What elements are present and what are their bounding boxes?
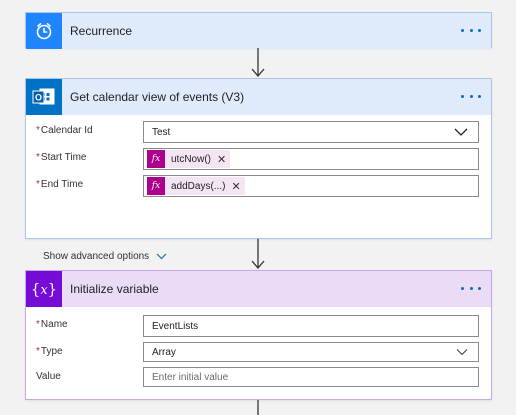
chevron-down-icon [456,349,468,356]
start-time-field[interactable]: fx utcNow() ✕ [143,148,479,170]
end-time-label: *End Time [36,179,84,190]
recurrence-card[interactable]: Recurrence [25,12,492,49]
show-advanced-options-link[interactable]: Show advanced options [43,251,167,262]
value-placeholder: Enter initial value [152,371,229,383]
variable-title: Initialize variable [70,282,159,296]
expression-token[interactable]: fx addDays(...) ✕ [147,177,245,195]
more-options-button[interactable] [461,89,481,103]
calendar-title: Get calendar view of events (V3) [70,90,245,104]
flow-arrow [251,239,265,269]
initialize-variable-card[interactable]: {x} Initialize variable *Name EventLists… [25,270,492,400]
calendar-id-dropdown[interactable]: Test [143,121,479,143]
type-dropdown[interactable]: Array [143,342,479,362]
name-input[interactable]: EventLists [143,315,479,337]
calendar-id-value: Test [152,126,171,138]
recurrence-header[interactable]: Recurrence [26,13,491,49]
variable-header[interactable]: {x} Initialize variable [26,271,491,307]
chevron-down-icon [156,253,167,260]
chevron-down-icon [454,128,468,136]
svg-text:O: O [35,93,42,103]
token-label: addDays(...) [171,180,226,192]
calendar-card[interactable]: O Get calendar view of events (V3) *Cale… [25,78,492,262]
more-options-button[interactable] [461,23,481,37]
value-input[interactable]: Enter initial value [143,367,479,387]
type-label: *Type [36,346,63,357]
expression-token[interactable]: fx utcNow() ✕ [147,150,231,168]
name-label: *Name [36,319,68,330]
remove-token-icon[interactable]: ✕ [217,153,226,166]
start-time-row: *Start Time fx utcNow() ✕ [26,148,491,170]
alarm-clock-icon [26,13,62,49]
type-row: *Type Array [26,342,491,364]
calendar-id-row: *Calendar Id Test [26,121,491,143]
flow-arrow [251,48,265,77]
function-icon: fx [147,177,165,195]
advanced-options-label: Show advanced options [43,251,150,262]
recurrence-title: Recurrence [70,24,133,38]
end-time-field[interactable]: fx addDays(...) ✕ [143,175,479,197]
calendar-id-label: *Calendar Id [36,125,93,136]
value-row: Value Enter initial value [26,367,491,389]
type-value: Array [152,346,176,358]
start-time-label: *Start Time [36,152,87,163]
name-row: *Name EventLists [26,315,491,337]
calendar-header[interactable]: O Get calendar view of events (V3) [26,79,491,115]
variable-icon: {x} [26,271,62,307]
name-value: EventLists [152,320,199,332]
end-time-row: *End Time fx addDays(...) ✕ [26,175,491,197]
function-icon: fx [147,150,165,168]
outlook-calendar-icon: O [26,79,62,115]
token-label: utcNow() [171,153,212,165]
svg-text:{x}: {x} [31,280,57,298]
flow-arrow [257,400,259,415]
value-label: Value [36,371,61,382]
more-options-button[interactable] [461,281,481,295]
remove-token-icon[interactable]: ✕ [231,180,240,193]
